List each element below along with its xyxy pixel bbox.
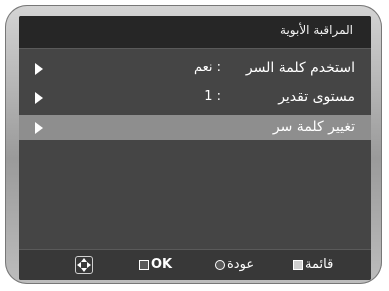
menu-item-change-password[interactable]: تغيير كلمة سر (19, 115, 371, 140)
ok-square-icon (139, 259, 149, 270)
back-hint: عودة (213, 257, 254, 272)
osd-screen: المراقبة الأبوية استخدم كلمة السر : نعم … (19, 16, 371, 280)
menu-item-label: استخدم كلمة السر (245, 60, 355, 76)
arrow-right-icon (35, 63, 43, 75)
return-icon (215, 259, 225, 270)
menu-item-use-password[interactable]: استخدم كلمة السر : نعم (19, 56, 371, 81)
back-label: عودة (227, 257, 255, 272)
menu-item-value: : نعم (193, 60, 221, 75)
footer-bar: OK عودة قائمة (19, 249, 371, 280)
menu-icon (293, 259, 303, 270)
menu-item-value: : 1 (204, 89, 221, 104)
menu-label: قائمة (305, 257, 334, 272)
arrow-right-icon (35, 122, 43, 134)
menu-item-rating-level[interactable]: مستوى تقدير : 1 (19, 85, 371, 110)
page-title: المراقبة الأبوية (280, 23, 353, 37)
title-bar: المراقبة الأبوية (19, 16, 371, 49)
ok-label: OK (151, 257, 173, 272)
menu-item-label: تغيير كلمة سر (272, 119, 355, 135)
menu-item-label: مستوى تقدير (278, 89, 355, 105)
ok-hint: OK (137, 257, 172, 272)
menu-hint: قائمة (291, 257, 333, 272)
directional-pad-icon (75, 256, 93, 274)
arrow-right-icon (35, 92, 43, 104)
